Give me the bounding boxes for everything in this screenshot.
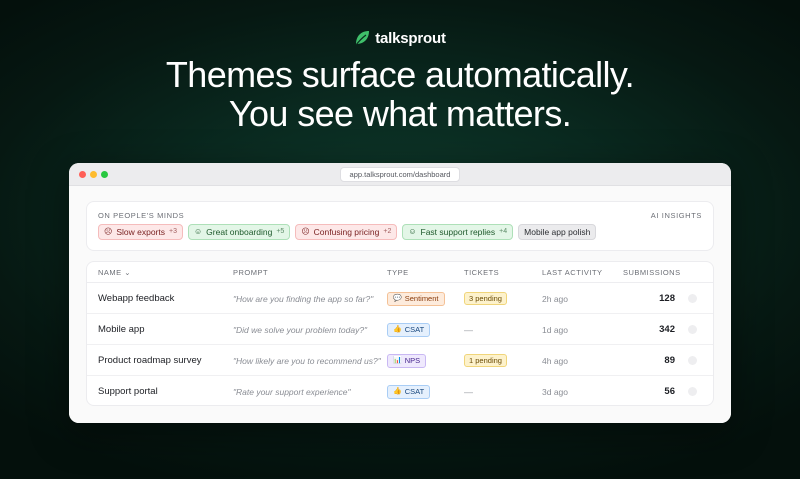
browser-titlebar: app.talksprout.com/dashboard	[69, 163, 731, 186]
status-dot-icon	[688, 387, 697, 396]
bar-chart-icon: 📊	[393, 356, 402, 364]
row-prompt: "How are you finding the app so far?"	[233, 293, 374, 304]
row-tickets: —	[464, 386, 473, 397]
theme-chip-count: +3	[169, 228, 177, 235]
type-badge: 📊 NPS	[387, 353, 427, 368]
theme-chip-label: Great onboarding	[206, 227, 273, 237]
frown-face-icon: ☹	[301, 227, 310, 236]
type-badge: 👍 CSAT	[387, 384, 431, 399]
row-tickets: 1 pending	[464, 345, 507, 376]
thumbs-up-icon: 👍	[393, 387, 402, 395]
row-submissions: 342	[659, 324, 675, 335]
pending-badge[interactable]: 3 pending	[464, 292, 507, 305]
row-tickets: 3 pending	[464, 283, 507, 314]
row-type: 📊 NPS	[387, 345, 427, 376]
row-prompt: "How likely are you to recommend us?"	[233, 355, 381, 366]
column-header-prompt: PROMPT	[233, 268, 269, 277]
table-row[interactable]: Webapp feedback "How are you finding the…	[87, 283, 713, 314]
row-last-activity: 2h ago	[542, 293, 568, 304]
row-type: 💬 Sentiment	[387, 283, 445, 314]
theme-chip-fast-support-replies[interactable]: ☺ Fast support replies +4	[402, 224, 514, 240]
row-status[interactable]	[688, 314, 697, 345]
type-badge-label: NPS	[404, 355, 421, 365]
row-type: 👍 CSAT	[387, 314, 431, 345]
column-header-type: TYPE	[387, 268, 409, 277]
themes-panel-title: ON PEOPLE'S MINDS	[98, 211, 185, 220]
maximize-window-button[interactable]	[101, 171, 108, 178]
theme-chip-label: Fast support replies	[420, 227, 496, 237]
leaf-icon	[355, 31, 370, 46]
row-submissions: 56	[664, 386, 675, 397]
type-badge-label: CSAT	[404, 386, 425, 396]
row-status[interactable]	[688, 345, 697, 376]
row-last-activity: 3d ago	[542, 386, 568, 397]
row-name: Webapp feedback	[98, 293, 175, 304]
table-header: NAME ⌄ PROMPT TYPE TICKETS LAST ACTIVITY…	[87, 262, 713, 283]
themes-panel: ON PEOPLE'S MINDS AI INSIGHTS ☹ Slow exp…	[86, 201, 714, 251]
close-window-button[interactable]	[79, 171, 86, 178]
address-bar[interactable]: app.talksprout.com/dashboard	[340, 167, 460, 182]
ai-insights-label: AI INSIGHTS	[650, 211, 702, 220]
browser-window: app.talksprout.com/dashboard ON PEOPLE'S…	[69, 163, 731, 423]
smile-face-icon: ☺	[408, 227, 417, 236]
theme-chip-slow-exports[interactable]: ☹ Slow exports +3	[98, 224, 183, 240]
row-prompt: "Rate your support experience"	[233, 386, 351, 397]
table-row[interactable]: Support portal "Rate your support experi…	[87, 376, 713, 405]
theme-chip-great-onboarding[interactable]: ☺ Great onboarding +5	[188, 224, 291, 240]
row-submissions: 128	[659, 293, 675, 304]
dashboard-content: ON PEOPLE'S MINDS AI INSIGHTS ☹ Slow exp…	[69, 186, 731, 423]
brand-name: talksprout	[375, 29, 446, 47]
row-prompt: "Did we solve your problem today?"	[233, 324, 368, 335]
column-header-name[interactable]: NAME ⌄	[98, 268, 131, 277]
chat-bubble-icon: 💬	[393, 294, 402, 302]
row-name: Mobile app	[98, 324, 145, 335]
thumbs-up-icon: 👍	[393, 325, 402, 333]
type-badge-label: Sentiment	[404, 293, 439, 303]
row-tickets: —	[464, 324, 473, 335]
row-name: Support portal	[98, 386, 158, 397]
status-dot-icon	[688, 325, 697, 334]
table-row[interactable]: Mobile app "Did we solve your problem to…	[87, 314, 713, 345]
status-dot-icon	[688, 294, 697, 303]
theme-chip-label: Confusing pricing	[313, 227, 380, 237]
theme-chip-count: +5	[276, 228, 285, 235]
theme-chips: ☹ Slow exports +3 ☺ Great onboarding +5 …	[98, 224, 597, 240]
type-badge-label: CSAT	[404, 324, 425, 334]
column-header-submissions: SUBMISSIONS	[623, 268, 681, 277]
pending-badge[interactable]: 1 pending	[464, 354, 507, 367]
brand: talksprout	[0, 29, 800, 47]
row-submissions: 89	[664, 355, 675, 366]
theme-chip-count: +2	[383, 228, 392, 235]
surveys-table: NAME ⌄ PROMPT TYPE TICKETS LAST ACTIVITY…	[86, 261, 714, 406]
frown-face-icon: ☹	[104, 227, 113, 236]
row-type: 👍 CSAT	[387, 376, 431, 405]
theme-chip-count: +4	[499, 228, 508, 235]
theme-chip-label: Slow exports	[116, 227, 166, 237]
table-row[interactable]: Product roadmap survey "How likely are y…	[87, 345, 713, 376]
headline-line-2: You see what matters.	[228, 93, 572, 134]
theme-chip-mobile-app-polish[interactable]: Mobile app polish	[518, 224, 597, 240]
column-header-name-label: NAME	[98, 268, 122, 277]
row-last-activity: 4h ago	[542, 355, 568, 366]
column-header-tickets: TICKETS	[464, 268, 500, 277]
row-last-activity: 1d ago	[542, 324, 568, 335]
status-dot-icon	[688, 356, 697, 365]
theme-chip-label: Mobile app polish	[524, 227, 591, 237]
row-name: Product roadmap survey	[98, 355, 202, 366]
row-status[interactable]	[688, 283, 697, 314]
type-badge: 👍 CSAT	[387, 322, 431, 337]
row-status[interactable]	[688, 376, 697, 405]
headline-line-1: Themes surface automatically.	[165, 54, 635, 95]
type-badge: 💬 Sentiment	[387, 291, 445, 306]
sort-icon: ⌄	[124, 268, 132, 277]
theme-chip-confusing-pricing[interactable]: ☹ Confusing pricing +2	[295, 224, 398, 240]
smile-face-icon: ☺	[194, 227, 203, 236]
column-header-last-activity: LAST ACTIVITY	[542, 268, 603, 277]
minimize-window-button[interactable]	[90, 171, 97, 178]
